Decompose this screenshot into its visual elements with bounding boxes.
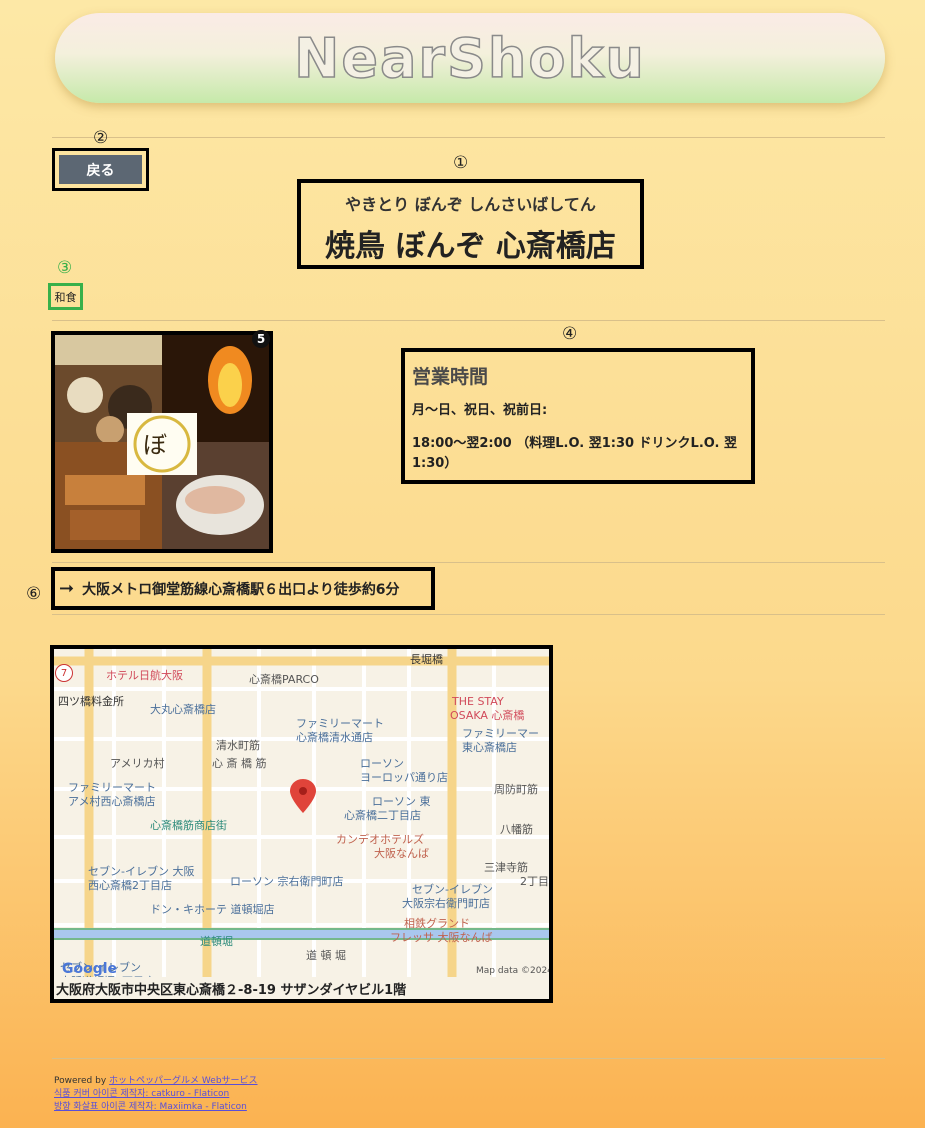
map-label: 心 斎 橋 筋	[212, 756, 267, 770]
map-label: 心斎橋筋商店街	[150, 818, 227, 832]
map-label: 道 頓 堀	[306, 948, 346, 962]
genre-tag: 和食	[48, 283, 83, 310]
map-label: ローソン 東	[372, 795, 431, 808]
map-label: ドン・キホーテ 道頓堀店	[150, 902, 275, 916]
hours-days: 月～日、祝日、祝前日:	[412, 403, 548, 418]
hours-title: 営業時間	[412, 366, 489, 388]
access-info: ➞ 大阪メトロ御堂筋線心斎橋駅６出口より徒歩約6分	[51, 567, 435, 610]
arrow-right-icon: ➞	[59, 578, 75, 599]
restaurant-photo: ぼ	[51, 331, 273, 553]
map-label: ホテル日航大阪	[106, 668, 183, 682]
annotation-marker-3: ③	[57, 258, 73, 278]
map-label: 心斎橋二丁目店	[344, 808, 421, 822]
map-label: ファミリーマー	[462, 727, 539, 740]
map-label: Map data ©2024	[476, 966, 549, 976]
annotation-marker-1: ①	[453, 153, 469, 173]
google-logo: Google	[62, 961, 117, 977]
map-label: 心斎橋PARCO	[249, 672, 319, 686]
hours-time: 18:00～翌2:00 （料理L.O. 翌1:30 ドリンクL.O. 翌1:30…	[412, 436, 738, 471]
map-embed[interactable]: 長堀橋ホテル日航大阪 心斎橋PARCO 四ツ橋料金所大丸心斎橋店 THE STAY OS…	[50, 645, 553, 1003]
map-label: 大丸心斎橋店	[150, 702, 216, 716]
map-label: ヨーロッパ通り店	[360, 770, 448, 784]
annotation-marker-2: ②	[93, 128, 109, 148]
annotation-marker-4: ④	[562, 324, 578, 344]
divider	[52, 1058, 885, 1059]
map-label: 大阪宗右衛門町店	[402, 896, 490, 910]
footer-credits: Powered by ホットペッパーグルメ Webサービス 식품 커버 아이콘 …	[54, 1075, 258, 1114]
map-label: 西心斎橋2丁目店	[88, 878, 172, 892]
map-label: 2丁目	[520, 875, 549, 888]
back-button-frame: 戻る	[52, 148, 149, 191]
map-label: 相鉄グランド	[404, 916, 470, 930]
restaurant-name-box: やきとり ぼんぞ しんさいばしてん 焼鳥 ぼんぞ 心斎橋店	[297, 179, 644, 269]
annotation-marker-7: 7	[55, 664, 73, 682]
svg-text:ぼ: ぼ	[143, 431, 167, 459]
annotation-marker-6: ⑥	[26, 584, 42, 604]
divider	[52, 614, 885, 615]
annotation-marker-5: 5	[252, 330, 270, 348]
map-label: 東心斎橋店	[462, 740, 517, 754]
map-address: 大阪府大阪市中央区東心斎橋２-8-19 サザンダイヤビル1階	[54, 977, 549, 999]
map-label: 道頓堀	[200, 934, 233, 948]
map-label: アメ村西心斎橋店	[68, 794, 155, 808]
map-label: 三津寺筋	[484, 860, 528, 874]
arrow-icon-credit-link[interactable]: 방향 화살표 아이콘 제작자: Maxiimka - Flaticon	[54, 1102, 247, 1112]
divider	[52, 320, 885, 321]
map-label: カンデオホテルズ	[336, 832, 424, 846]
map-label: セブン-イレブン	[412, 882, 493, 896]
map-canvas[interactable]: 長堀橋ホテル日航大阪 心斎橋PARCO 四ツ橋料金所大丸心斎橋店 THE STAYOS…	[54, 649, 549, 988]
map-label: ローソン 宗右衛門町店	[230, 874, 344, 888]
back-button[interactable]: 戻る	[59, 155, 142, 184]
hotpepper-link[interactable]: ホットペッパーグルメ Webサービス	[109, 1076, 257, 1086]
header-banner: NearShoku	[55, 13, 885, 103]
business-hours-box: 営業時間 月～日、祝日、祝前日: 18:00～翌2:00 （料理L.O. 翌1:…	[401, 348, 755, 484]
map-label: ファミリーマート	[296, 717, 384, 730]
map-label: 八幡筋	[500, 822, 533, 836]
map-label: フレッサ 大阪なんば	[390, 930, 493, 944]
powered-by-label: Powered by	[54, 1076, 107, 1086]
map-label: 長堀橋	[410, 652, 443, 666]
map-label: 四ツ橋料金所	[58, 694, 124, 708]
map-label: ファミリーマート	[68, 781, 156, 794]
map-label: 周防町筋	[494, 782, 538, 796]
map-label: ローソン	[360, 757, 404, 770]
map-label: アメリカ村	[110, 756, 164, 770]
divider	[52, 562, 885, 563]
map-label: 清水町筋	[216, 738, 260, 752]
site-logo[interactable]: NearShoku	[293, 26, 646, 91]
divider	[52, 137, 885, 138]
restaurant-name-kana: やきとり ぼんぞ しんさいばしてん	[345, 195, 596, 214]
food-collage-image: ぼ	[55, 335, 269, 549]
access-text: 大阪メトロ御堂筋線心斎橋駅６出口より徒歩約6分	[82, 581, 400, 598]
map-label: セブン-イレブン 大阪	[88, 864, 194, 878]
map-label: 大阪なんば	[374, 846, 429, 860]
food-icon-credit-link[interactable]: 식품 커버 아이콘 제작자: catkuro - Flaticon	[54, 1089, 229, 1099]
restaurant-name: 焼鳥 ぼんぞ 心斎橋店	[325, 229, 616, 264]
map-label: THE STAY	[451, 695, 504, 708]
map-label: 心斎橋清水通店	[296, 730, 373, 744]
map-label: OSAKA 心斎橋	[450, 708, 524, 722]
